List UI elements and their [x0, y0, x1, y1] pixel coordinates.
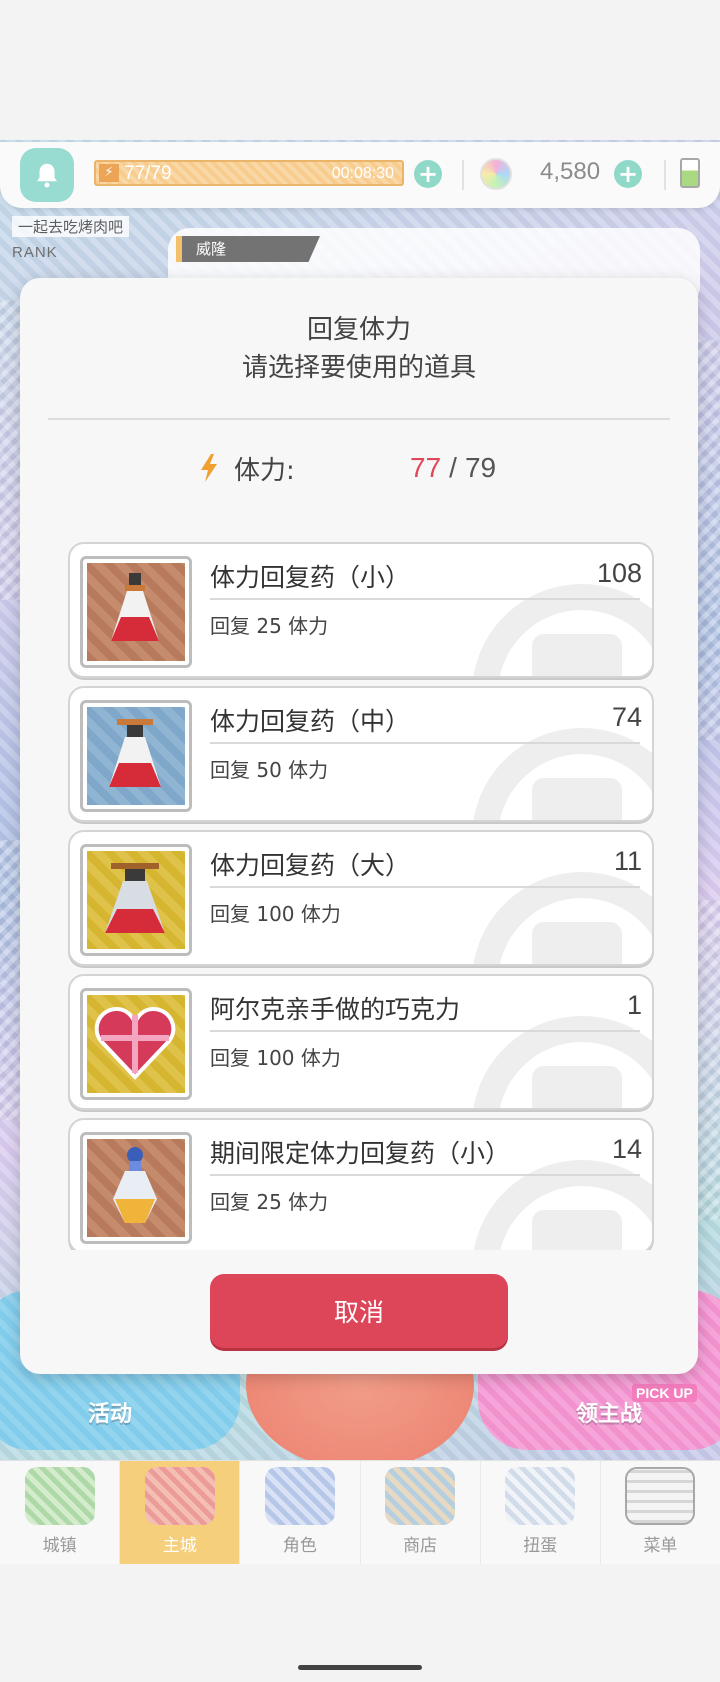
item-name: 体力回复药（中）	[210, 707, 411, 736]
item-count: 11	[613, 846, 642, 876]
divider	[210, 598, 640, 600]
divider	[210, 1030, 640, 1032]
item-thumb-bg	[87, 563, 185, 661]
cancel-label: 取消	[333, 1298, 384, 1327]
item-description: 回复 100 体力	[210, 902, 341, 926]
potion-small-icon	[111, 573, 159, 641]
divider	[210, 742, 640, 744]
potion-large-icon	[105, 863, 165, 933]
recover-stamina-dialog: 回复体力 请选择要使用的道具 体力: 77 / 79 体力回复药（小） 108 …	[20, 278, 698, 1374]
item-thumbnail	[80, 844, 192, 956]
item-count: 14	[611, 1134, 642, 1164]
item-description: 回复 50 体力	[210, 758, 329, 782]
watermark-emblem	[532, 778, 622, 820]
watermark-emblem	[532, 922, 622, 964]
item-card[interactable]: 体力回复药（中） 74 回复 50 体力	[68, 686, 654, 822]
divider	[210, 886, 640, 888]
item-thumb-bg	[87, 851, 185, 949]
item-thumb-bg	[87, 995, 185, 1093]
stamina-separator: /	[449, 452, 457, 483]
item-thumbnail	[80, 1132, 192, 1244]
item-card[interactable]: 阿尔克亲手做的巧克力 1 回复 100 体力	[68, 974, 654, 1110]
item-thumbnail	[80, 556, 192, 668]
item-card[interactable]: 体力回复药（大） 11 回复 100 体力	[68, 830, 654, 966]
item-count: 74	[611, 702, 642, 732]
item-card[interactable]: 体力回复药（小） 108 回复 25 体力	[68, 542, 654, 678]
cancel-button[interactable]: 取消	[210, 1274, 508, 1348]
stamina-max: 79	[464, 452, 497, 483]
stamina-status: 体力: 77 / 79	[198, 448, 496, 488]
item-description: 回复 25 体力	[210, 614, 329, 638]
item-description: 回复 100 体力	[210, 1046, 341, 1070]
item-count: 108	[596, 558, 642, 588]
heart-chocolate-icon	[94, 1006, 176, 1080]
divider	[210, 1174, 640, 1176]
item-description: 回复 25 体力	[210, 1190, 329, 1214]
item-name: 体力回复药（大）	[210, 851, 411, 880]
watermark-emblem	[532, 634, 622, 676]
dialog-title: 回复体力	[306, 315, 411, 345]
item-card[interactable]: 期间限定体力回复药（小） 14 回复 25 体力	[68, 1118, 654, 1250]
potion-limited-icon	[113, 1147, 157, 1223]
stamina-label: 体力:	[234, 455, 295, 486]
watermark-emblem	[532, 1066, 622, 1108]
dialog-subtitle: 请选择要使用的道具	[241, 353, 476, 383]
item-thumbnail	[80, 988, 192, 1100]
item-thumbnail	[80, 700, 192, 812]
item-name: 阿尔克亲手做的巧克力	[210, 995, 461, 1024]
watermark-emblem	[532, 1210, 622, 1250]
item-thumb-bg	[87, 1139, 185, 1237]
item-list[interactable]: 体力回复药（小） 108 回复 25 体力 体力回复药（中） 74 回复 50 …	[68, 542, 654, 1250]
potion-medium-icon	[109, 719, 161, 787]
item-name: 体力回复药（小）	[210, 563, 411, 592]
lightning-bolt-icon	[201, 454, 217, 482]
divider	[48, 418, 670, 420]
item-count: 1	[626, 990, 642, 1020]
stamina-current: 77	[410, 452, 442, 483]
item-thumb-bg	[87, 707, 185, 805]
item-name: 期间限定体力回复药（小）	[210, 1139, 511, 1168]
